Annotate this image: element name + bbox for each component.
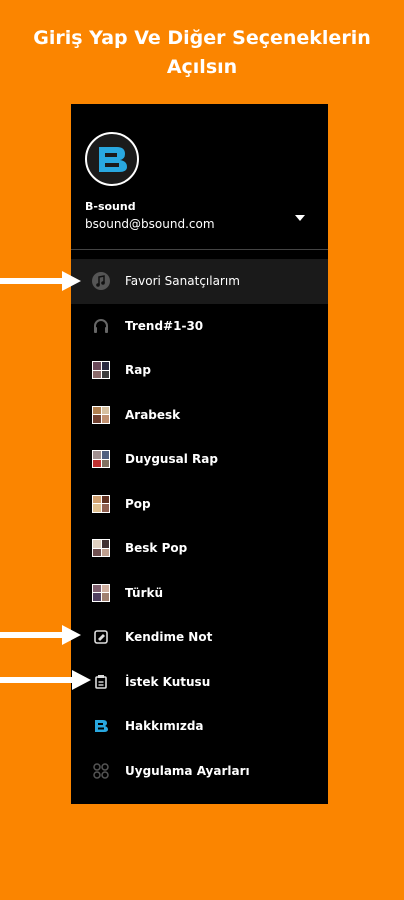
album-thumb-icon <box>91 360 111 380</box>
menu-item-label: Rap <box>125 363 151 378</box>
menu-item-kendime-not[interactable]: Kendime Not <box>71 615 328 660</box>
promo-headline: Giriş Yap Ve Diğer Seçeneklerin Açılsın <box>0 24 404 82</box>
caret-down-icon[interactable] <box>293 208 307 221</box>
drawer-menu: Favori Sanatçılarım Trend#1-30 Rap Arabe… <box>71 259 328 793</box>
album-thumb-icon <box>91 538 111 558</box>
profile-email: bsound@bsound.com <box>85 217 215 231</box>
menu-item-trend[interactable]: Trend#1-30 <box>71 304 328 349</box>
menu-item-favori-sanatcilarim[interactable]: Favori Sanatçılarım <box>71 259 328 304</box>
menu-item-label: Favori Sanatçılarım <box>125 274 240 289</box>
album-thumb-icon <box>91 583 111 603</box>
bsound-logo-icon[interactable] <box>85 132 139 186</box>
menu-item-label: Trend#1-30 <box>125 318 204 333</box>
request-box-icon <box>91 672 111 692</box>
album-thumb-icon <box>91 494 111 514</box>
menu-item-label: Hakkımızda <box>125 719 204 734</box>
profile-divider <box>71 249 328 250</box>
menu-item-label: Duygusal Rap <box>125 452 218 467</box>
grid-settings-icon <box>91 761 111 781</box>
profile-header: B-sound bsound@bsound.com <box>71 104 328 249</box>
menu-item-besk-pop[interactable]: Besk Pop <box>71 526 328 571</box>
note-icon <box>91 627 111 647</box>
navigation-drawer: B-sound bsound@bsound.com Favori Sanatçı… <box>71 104 328 804</box>
bsound-logo-icon <box>91 716 111 736</box>
menu-item-label: İstek Kutusu <box>125 674 211 689</box>
headline-line-1: Giriş Yap Ve Diğer Seçeneklerin <box>33 27 371 49</box>
headline-line-2: Açılsın <box>166 56 238 78</box>
profile-name: B-sound <box>85 200 136 213</box>
pointer-arrow-icon <box>0 670 91 690</box>
headphones-icon <box>91 316 111 336</box>
menu-item-label: Türkü <box>125 585 164 600</box>
pointer-arrow-icon <box>0 271 81 291</box>
menu-item-label: Pop <box>125 496 151 511</box>
menu-item-hakkimizda[interactable]: Hakkımızda <box>71 704 328 749</box>
album-thumb-icon <box>91 449 111 469</box>
pointer-arrow-icon <box>0 625 81 645</box>
menu-item-uygulama-ayarlari[interactable]: Uygulama Ayarları <box>71 749 328 794</box>
menu-item-label: Besk Pop <box>125 541 188 556</box>
menu-item-arabesk[interactable]: Arabesk <box>71 393 328 438</box>
menu-item-turku[interactable]: Türkü <box>71 571 328 616</box>
menu-item-label: Arabesk <box>125 407 181 422</box>
album-thumb-icon <box>91 405 111 425</box>
menu-item-label: Kendime Not <box>125 630 213 645</box>
menu-item-rap[interactable]: Rap <box>71 348 328 393</box>
menu-item-label: Uygulama Ayarları <box>125 763 250 778</box>
menu-item-istek-kutusu[interactable]: İstek Kutusu <box>71 660 328 705</box>
menu-item-pop[interactable]: Pop <box>71 482 328 527</box>
menu-item-duygusal-rap[interactable]: Duygusal Rap <box>71 437 328 482</box>
music-note-icon <box>91 271 111 291</box>
